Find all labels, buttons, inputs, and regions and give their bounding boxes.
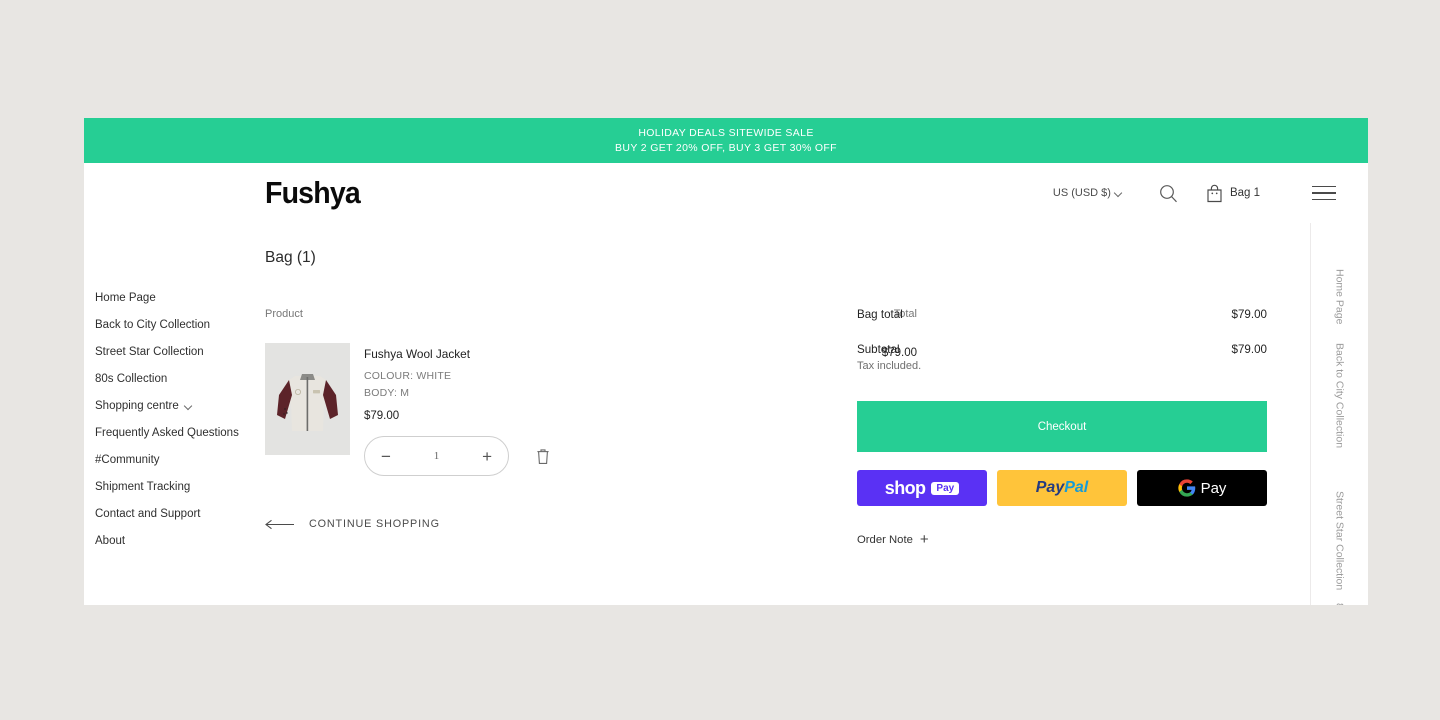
checkout-button[interactable]: Checkout — [857, 401, 1267, 452]
sidebar-item-shipment-tracking[interactable]: Shipment Tracking — [95, 480, 245, 494]
chevron-down-icon — [1115, 190, 1122, 197]
promo-banner: HOLIDAY DEALS SITEWIDE SALE BUY 2 GET 20… — [84, 118, 1368, 163]
rail-item-2[interactable]: Street Star Collection — [1334, 491, 1346, 590]
quantity-value: 1 — [433, 450, 440, 462]
sidebar-item-street-star-collection[interactable]: Street Star Collection — [95, 345, 245, 359]
sidebar-item-label: Back to City Collection — [95, 319, 211, 331]
product-price: $79.00 — [364, 410, 400, 422]
brand-logo[interactable]: Fushya — [265, 175, 361, 211]
decrease-quantity-button[interactable]: − — [381, 448, 391, 465]
subtotal-row: Subtotal $79.00 — [857, 343, 1267, 356]
subtotal-label: Subtotal — [857, 343, 900, 356]
currency-label: US (USD $) — [1052, 187, 1111, 199]
shop-pay-pill: Pay — [931, 481, 960, 495]
header-actions: US (USD $) Bag 1 — [1053, 184, 1336, 203]
tax-note: Tax included. — [857, 360, 922, 372]
sidebar-item-label: Shipment Tracking — [95, 481, 191, 493]
sidebar-item-label: About — [95, 535, 126, 547]
sidebar-item-80s-collection[interactable]: 80s Collection — [95, 372, 245, 386]
google-pay-label: Pay — [1200, 479, 1227, 497]
express-payment-buttons: shop Pay Pay Pal Pay — [857, 470, 1267, 506]
shop-pay-wordmark: shop — [884, 477, 926, 498]
sidebar-item-label: Home Page — [95, 292, 156, 304]
currency-selector[interactable]: US (USD $) — [1053, 187, 1122, 199]
sidebar-item-community[interactable]: #Community — [95, 453, 245, 467]
variant-colour: COLOUR: WHITE — [364, 370, 452, 382]
chevron-down-icon — [185, 403, 192, 410]
plus-icon: + — [919, 531, 929, 548]
rail-item-0[interactable]: Home Page — [1334, 269, 1346, 324]
sidebar-item-label: Contact and Support — [95, 508, 201, 520]
continue-shopping-link[interactable]: CONTINUE SHOPPING — [265, 518, 440, 530]
product-details: Fushya Wool Jacket COLOUR: WHITE BODY: M… — [364, 343, 551, 476]
cart-line-item: Fushya Wool Jacket COLOUR: WHITE BODY: M… — [265, 343, 917, 476]
sidebar-item-label: 80s Collection — [95, 373, 168, 385]
quantity-stepper[interactable]: − 1 + — [364, 436, 509, 476]
paypal-wordmark-first: Pay — [1035, 479, 1065, 496]
sidebar-item-label: Shopping centre — [95, 400, 179, 412]
sidebar-item-contact-and-support[interactable]: Contact and Support — [95, 507, 245, 521]
sidebar-item-label: #Community — [95, 454, 160, 466]
product-title[interactable]: Fushya Wool Jacket — [364, 347, 551, 361]
column-header-product: Product — [265, 308, 303, 320]
sidebar-item-back-to-city-collection[interactable]: Back to City Collection — [95, 318, 245, 332]
sidebar-item-frequently-asked-questions[interactable]: Frequently Asked Questions — [95, 426, 245, 440]
bag-total-value: $79.00 — [1231, 308, 1267, 321]
bag-label: Bag 1 — [1229, 187, 1260, 199]
order-summary: Bag total $79.00 Subtotal $79.00 Tax inc… — [857, 223, 1267, 547]
sidebar-item-about[interactable]: About — [95, 534, 245, 548]
sidebar-navigation: Home Page Back to City Collection Street S… — [95, 291, 245, 561]
shop-pay-button[interactable]: shop Pay — [857, 470, 987, 506]
cart-table-header: Product Total — [265, 223, 917, 320]
product-thumbnail[interactable] — [265, 343, 350, 455]
promo-line-1: HOLIDAY DEALS SITEWIDE SALE — [638, 126, 814, 139]
storefront-window: HOLIDAY DEALS SITEWIDE SALE BUY 2 GET 20… — [84, 118, 1368, 605]
search-button[interactable] — [1159, 184, 1178, 203]
sidebar-item-label: Street Star Collection — [95, 346, 204, 358]
paypal-wordmark-second: Pal — [1064, 479, 1089, 496]
trash-icon — [537, 448, 549, 464]
increase-quantity-button[interactable]: + — [482, 448, 492, 465]
arrow-left-icon — [265, 519, 294, 529]
promo-line-2: BUY 2 GET 20% OFF, BUY 3 GET 30% OFF — [615, 141, 837, 154]
rail-item-1[interactable]: Back to City Collection — [1334, 343, 1346, 448]
page-body: Bag (1) Home Page Back to City Collection… — [84, 223, 1368, 605]
bag-total-row: Bag total $79.00 — [857, 308, 1267, 321]
google-g-icon — [1177, 479, 1195, 497]
site-header: Fushya US (USD $) Bag 1 — [84, 163, 1368, 223]
search-icon — [1160, 184, 1177, 202]
subtotal-value: $79.00 — [1231, 343, 1267, 356]
order-note-label: Order Note — [857, 533, 913, 546]
sidebar-item-home-page[interactable]: Home Page — [95, 291, 245, 305]
cart-items-column: Product Total Fushya Wool Jacket COLOUR:… — [265, 223, 917, 476]
hamburger-menu-icon[interactable] — [1312, 185, 1336, 201]
continue-shopping-label: CONTINUE SHOPPING — [309, 518, 440, 530]
google-pay-button[interactable]: Pay — [1137, 470, 1267, 506]
bag-icon — [1207, 184, 1222, 202]
sidebar-item-label: Frequently Asked Questions — [95, 427, 239, 439]
remove-item-button[interactable] — [535, 447, 551, 466]
sidebar-item-shopping-centre[interactable]: Shopping centre — [95, 399, 245, 413]
order-note-toggle[interactable]: Order Note + — [857, 532, 1267, 547]
jacket-image — [265, 343, 350, 455]
rail-item-3[interactable]: 8 — [1334, 603, 1346, 605]
quantity-row: − 1 + — [364, 436, 551, 476]
variant-body: BODY: M — [364, 386, 410, 399]
bag-total-label: Bag total — [857, 308, 903, 321]
vertical-nav-rail: Home Page Back to City Collection Street S… — [1310, 223, 1368, 605]
paypal-button[interactable]: Pay Pal — [997, 470, 1127, 506]
bag-button[interactable]: Bag 1 — [1206, 184, 1260, 203]
